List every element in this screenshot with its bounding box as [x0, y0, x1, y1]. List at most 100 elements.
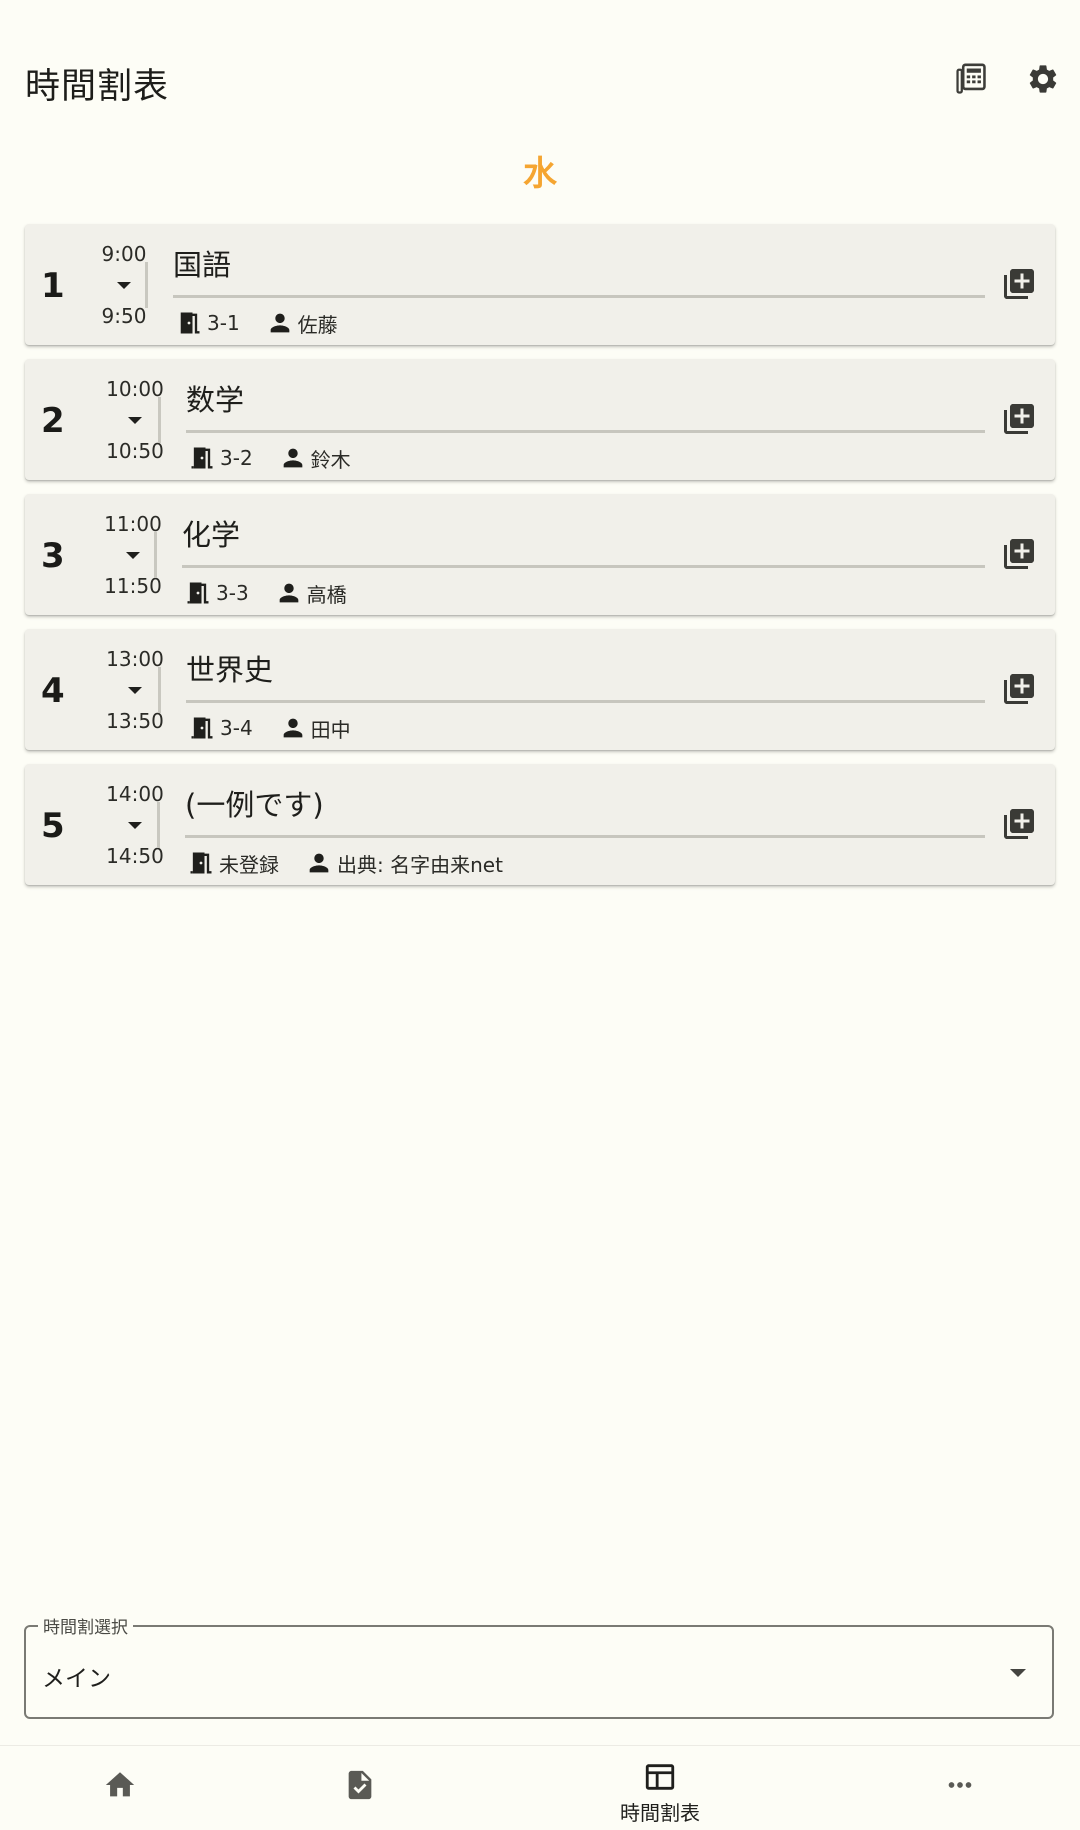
- period-number: 4: [41, 671, 65, 711]
- subject-underline: [185, 835, 985, 838]
- period-meta: 3-1 佐藤: [175, 308, 338, 338]
- period-meta: 未登録 出典: 名字由来net: [187, 848, 503, 878]
- divider: [158, 397, 161, 443]
- subject-underline: [173, 295, 985, 298]
- library-add-icon: [1004, 269, 1034, 299]
- caret-down-icon[interactable]: [128, 417, 142, 424]
- subject-name[interactable]: 化学: [182, 512, 240, 554]
- period-list: 1 9:00 9:50 国語 3-1 佐藤 2 10:00 10:50 数学 3…: [25, 224, 1055, 899]
- timetable-icon: [645, 1764, 675, 1790]
- period-card[interactable]: 3 11:00 11:50 化学 3-3 高橋: [25, 494, 1055, 615]
- period-meta: 3-4 田中: [188, 713, 351, 743]
- timetable-select-value: メイン: [42, 1666, 111, 1692]
- divider: [145, 262, 148, 308]
- person-icon: [279, 444, 307, 472]
- period-time[interactable]: 10:00 10:50: [87, 377, 183, 467]
- nav-home[interactable]: [40, 1746, 200, 1830]
- subject-name[interactable]: 世界史: [186, 647, 273, 689]
- period-time[interactable]: 13:00 13:50: [87, 647, 183, 737]
- door-icon: [184, 579, 212, 607]
- door-icon: [188, 714, 216, 742]
- start-time: 14:00: [106, 782, 164, 806]
- period-time[interactable]: 14:00 14:50: [87, 782, 183, 872]
- calculator-button[interactable]: [947, 55, 995, 103]
- person-icon: [305, 849, 333, 877]
- nav-tasks[interactable]: [280, 1746, 440, 1830]
- subject-name[interactable]: 数学: [186, 377, 244, 419]
- subject-area: 数学 3-2 鈴木: [186, 359, 985, 480]
- person-icon: [279, 714, 307, 742]
- caret-down-icon[interactable]: [128, 822, 142, 829]
- period-number: 2: [41, 401, 65, 441]
- start-time: 13:00: [106, 647, 164, 671]
- divider: [158, 667, 161, 713]
- start-time: 11:00: [104, 512, 162, 536]
- period-card[interactable]: 2 10:00 10:50 数学 3-2 鈴木: [25, 359, 1055, 480]
- subject-name[interactable]: 国語: [173, 242, 231, 284]
- bottom-navigation: 時間割表: [0, 1745, 1080, 1830]
- end-time: 9:50: [101, 304, 147, 328]
- teacher-label: 出典: 名字由来net: [337, 852, 503, 877]
- room-label: 3-4: [220, 716, 253, 740]
- teacher-label: 田中: [310, 717, 351, 742]
- start-time: 9:00: [101, 242, 147, 266]
- calculator-icon: [956, 63, 986, 94]
- add-note-button[interactable]: [1001, 266, 1037, 302]
- door-icon: [188, 444, 216, 472]
- library-add-icon: [1004, 809, 1034, 839]
- period-time[interactable]: 11:00 11:50: [85, 512, 181, 602]
- caret-down-icon[interactable]: [117, 282, 131, 289]
- subject-underline: [186, 700, 985, 703]
- room-label: 3-2: [220, 446, 253, 470]
- nav-timetable[interactable]: 時間割表: [580, 1746, 740, 1830]
- room-label: 未登録: [219, 852, 279, 877]
- subject-area: 化学 3-3 高橋: [182, 494, 985, 615]
- teacher-label: 鈴木: [310, 447, 351, 472]
- subject-underline: [186, 430, 985, 433]
- app-bar: 時間割表 水: [0, 0, 1080, 194]
- end-time: 13:50: [106, 709, 164, 733]
- person-icon: [266, 309, 294, 337]
- room-label: 3-3: [216, 581, 249, 605]
- divider: [154, 532, 157, 578]
- task-icon: [348, 1770, 372, 1800]
- subject-underline: [182, 565, 985, 568]
- period-card[interactable]: 1 9:00 9:50 国語 3-1 佐藤: [25, 224, 1055, 345]
- add-note-button[interactable]: [1001, 401, 1037, 437]
- more-icon: [948, 1782, 972, 1788]
- day-of-week: 水: [523, 154, 557, 194]
- teacher-label: 佐藤: [297, 312, 338, 337]
- subject-area: 世界史 3-4 田中: [186, 629, 985, 750]
- period-card[interactable]: 5 14:00 14:50 (一例です) 未登録 出典: 名字由来net: [25, 764, 1055, 885]
- home-icon: [105, 1772, 135, 1797]
- divider: [157, 802, 160, 848]
- end-time: 10:50: [106, 439, 164, 463]
- door-icon: [175, 309, 203, 337]
- timetable-screen: 時間割表 水 1 9:00 9:50 国語 3-1 佐藤 2 10:00 10:…: [0, 0, 1080, 1830]
- period-card[interactable]: 4 13:00 13:50 世界史 3-4 田中: [25, 629, 1055, 750]
- add-note-button[interactable]: [1001, 536, 1037, 572]
- gear-icon: [1029, 65, 1057, 93]
- period-number: 5: [41, 806, 65, 846]
- end-time: 14:50: [106, 844, 164, 868]
- period-meta: 3-2 鈴木: [188, 443, 351, 473]
- timetable-select[interactable]: 時間割選択 メイン: [24, 1613, 1054, 1719]
- library-add-icon: [1004, 674, 1034, 704]
- end-time: 11:50: [104, 574, 162, 598]
- nav-more[interactable]: [880, 1746, 1040, 1830]
- period-number: 1: [41, 266, 65, 306]
- period-time[interactable]: 9:00 9:50: [82, 242, 166, 332]
- teacher-label: 高橋: [306, 582, 347, 607]
- caret-down-icon[interactable]: [126, 552, 140, 559]
- subject-area: (一例です) 未登録 出典: 名字由来net: [185, 764, 985, 885]
- settings-button[interactable]: [1019, 55, 1067, 103]
- person-icon: [275, 579, 303, 607]
- add-note-button[interactable]: [1001, 806, 1037, 842]
- subject-name[interactable]: (一例です): [185, 782, 324, 824]
- add-note-button[interactable]: [1001, 671, 1037, 707]
- caret-down-icon[interactable]: [128, 687, 142, 694]
- subject-area: 国語 3-1 佐藤: [173, 224, 985, 345]
- page-title: 時間割表: [25, 67, 170, 107]
- door-icon: [187, 849, 215, 877]
- period-number: 3: [41, 536, 65, 576]
